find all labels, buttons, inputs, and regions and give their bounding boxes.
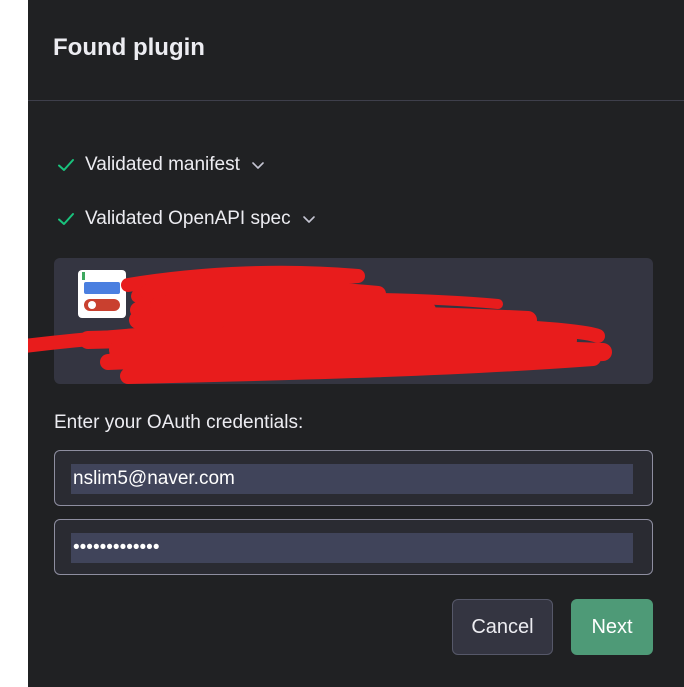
found-plugin-dialog: Found plugin Validated manifest Validate… <box>28 0 684 687</box>
validation-manifest-label: Validated manifest <box>85 154 240 175</box>
plugin-logo-icon <box>78 270 126 318</box>
dialog-title: Found plugin <box>53 34 205 61</box>
oauth-credentials-label: Enter your OAuth credentials: <box>54 412 304 433</box>
chevron-down-icon[interactable] <box>250 157 266 173</box>
cancel-button[interactable]: Cancel <box>452 599 553 655</box>
chevron-down-icon[interactable] <box>301 211 317 227</box>
validation-manifest-row[interactable]: Validated manifest <box>56 152 266 178</box>
oauth-secret-input[interactable] <box>71 533 633 563</box>
oauth-email-input[interactable] <box>71 464 633 494</box>
oauth-email-field[interactable] <box>54 450 653 506</box>
next-button[interactable]: Next <box>571 599 653 655</box>
page-background-strip <box>0 0 28 687</box>
plugin-info-card <box>54 258 653 384</box>
check-icon <box>58 213 74 225</box>
dialog-header: Found plugin <box>28 0 684 101</box>
oauth-secret-field[interactable] <box>54 519 653 575</box>
validation-openapi-row[interactable]: Validated OpenAPI spec <box>56 206 317 232</box>
check-icon <box>58 159 74 171</box>
validation-openapi-label: Validated OpenAPI spec <box>85 208 291 229</box>
